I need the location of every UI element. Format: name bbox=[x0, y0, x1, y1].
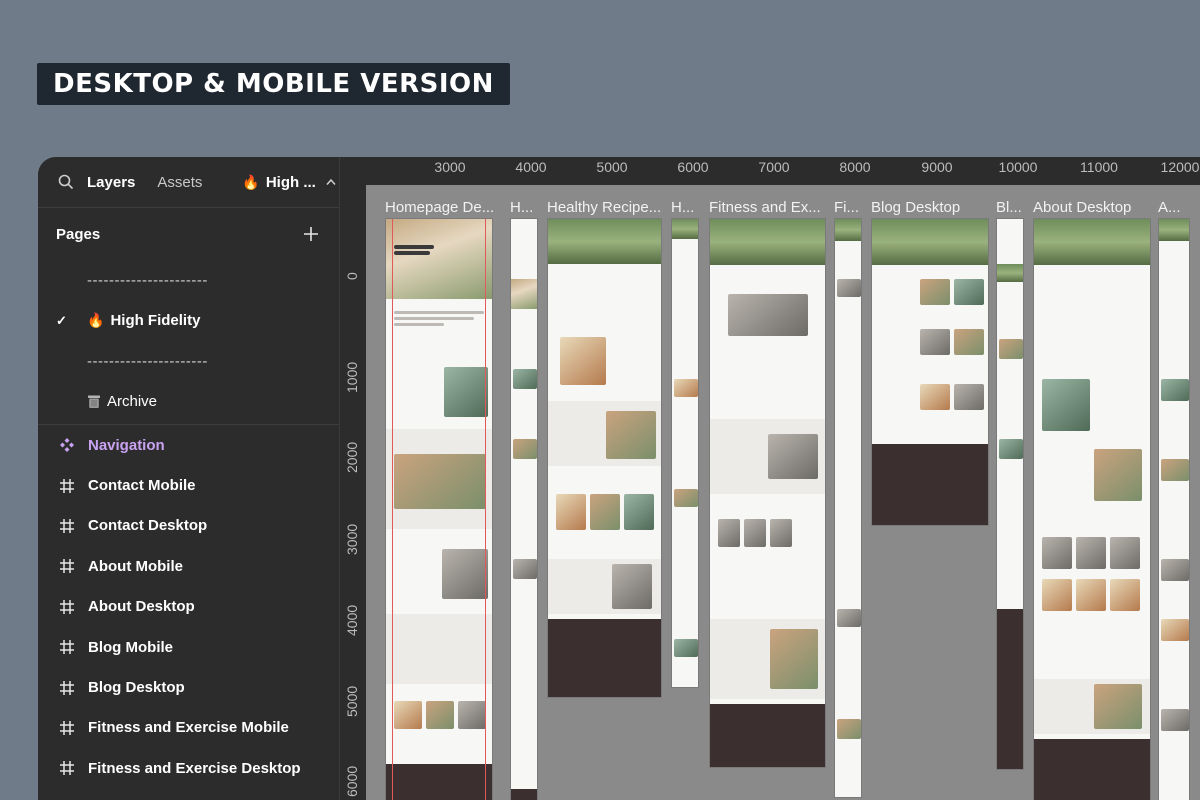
layer-item-about-mobile[interactable]: About Mobile bbox=[38, 546, 339, 586]
page-list: ---------------------- ✓ 🔥 High Fidelity… bbox=[38, 260, 339, 425]
design-app-window: Layers Assets 🔥 High ... Pages ---------… bbox=[38, 157, 1200, 800]
layer-item-label: Blog Desktop bbox=[88, 679, 185, 697]
frame-healthy-recipes-mobile[interactable] bbox=[671, 218, 699, 688]
ruler-tick: 8000 bbox=[839, 159, 871, 175]
layer-item-label: Contact Desktop bbox=[88, 517, 208, 535]
frame-icon bbox=[60, 478, 74, 493]
page-item-high-fidelity[interactable]: ✓ 🔥 High Fidelity bbox=[38, 301, 339, 342]
page-item-label: Archive bbox=[107, 393, 158, 411]
layer-item-label: Blog Mobile bbox=[88, 638, 173, 656]
layers-sidebar: Layers Assets 🔥 High ... Pages ---------… bbox=[38, 157, 340, 800]
tab-layers[interactable]: Layers bbox=[87, 174, 135, 191]
frame-blog-mobile[interactable] bbox=[996, 218, 1024, 770]
design-canvas[interactable]: 3000 4000 5000 6000 7000 8000 9000 10000… bbox=[340, 157, 1200, 800]
frame-fitness-mobile[interactable] bbox=[834, 218, 862, 798]
frame-label-blog-desktop[interactable]: Blog Desktop bbox=[871, 199, 991, 216]
fire-emoji-icon: 🔥 bbox=[242, 173, 260, 190]
page-divider[interactable]: ---------------------- bbox=[38, 260, 339, 301]
trash-icon bbox=[88, 395, 100, 409]
layer-item-label: Navigation bbox=[88, 436, 165, 454]
search-icon[interactable] bbox=[58, 174, 74, 190]
ruler-tick: 3000 bbox=[434, 159, 466, 175]
ruler-tick: 6000 bbox=[677, 159, 709, 175]
pages-header: Pages bbox=[38, 208, 339, 260]
fire-emoji-icon: 🔥 bbox=[87, 312, 105, 329]
frame-label-about-desktop[interactable]: About Desktop bbox=[1033, 199, 1151, 216]
layer-list: Navigation Contact Mobile Contact Deskto… bbox=[38, 425, 339, 789]
layer-item-blog-mobile[interactable]: Blog Mobile bbox=[38, 627, 339, 667]
layer-item-label: Fitness and Exercise Desktop bbox=[88, 759, 301, 777]
layer-item-label: About Desktop bbox=[88, 598, 195, 616]
ruler-tick: 1000 bbox=[344, 361, 360, 393]
page-item-archive[interactable]: Archive bbox=[38, 382, 339, 423]
page-divider-label: ---------------------- bbox=[87, 271, 208, 289]
current-page-select[interactable]: High ... bbox=[266, 174, 316, 191]
frame-icon bbox=[60, 761, 74, 776]
frame-icon bbox=[60, 680, 74, 695]
page-item-label: High Fidelity bbox=[110, 312, 201, 330]
horizontal-ruler: 3000 4000 5000 6000 7000 8000 9000 10000… bbox=[340, 157, 1200, 185]
ruler-tick: 3000 bbox=[344, 523, 360, 555]
frame-homepage-mobile[interactable] bbox=[510, 218, 538, 800]
frame-icon bbox=[60, 518, 74, 533]
tab-assets[interactable]: Assets bbox=[157, 174, 202, 191]
page-divider[interactable]: ---------------------- bbox=[38, 341, 339, 382]
frame-about-desktop[interactable] bbox=[1033, 218, 1151, 800]
page-divider-label: ---------------------- bbox=[87, 352, 208, 370]
frame-label-healthy-recipes-desktop[interactable]: Healthy Recipe... bbox=[547, 199, 662, 216]
frame-label-fitness-mobile[interactable]: Fi... bbox=[834, 199, 860, 216]
ruler-tick: 4000 bbox=[515, 159, 547, 175]
frame-label-homepage-mobile[interactable]: H... bbox=[510, 199, 538, 216]
component-icon bbox=[60, 438, 74, 453]
banner-title: DESKTOP & MOBILE VERSION bbox=[53, 69, 494, 99]
layer-item-navigation[interactable]: Navigation bbox=[38, 425, 339, 465]
layer-item-fitness-mobile[interactable]: Fitness and Exercise Mobile bbox=[38, 708, 339, 748]
ruler-tick: 0 bbox=[344, 272, 360, 280]
frame-icon bbox=[60, 559, 74, 574]
ruler-tick: 9000 bbox=[921, 159, 953, 175]
pages-title: Pages bbox=[56, 225, 101, 243]
layer-item-label: About Mobile bbox=[88, 557, 183, 575]
frame-homepage-desktop[interactable] bbox=[385, 218, 493, 800]
hero-image bbox=[386, 219, 492, 299]
add-page-plus-icon[interactable] bbox=[303, 226, 319, 242]
frame-label-healthy-recipes-mobile[interactable]: H... bbox=[671, 199, 699, 216]
frame-blog-desktop[interactable] bbox=[871, 218, 989, 526]
frame-label-fitness-desktop[interactable]: Fitness and Ex... bbox=[709, 199, 824, 216]
layer-item-label: Fitness and Exercise Mobile bbox=[88, 719, 289, 737]
ruler-tick: 6000 bbox=[344, 765, 360, 797]
promo-banner: DESKTOP & MOBILE VERSION bbox=[37, 63, 510, 105]
frame-icon bbox=[60, 720, 74, 735]
chevron-up-icon[interactable] bbox=[326, 178, 336, 186]
layer-item-contact-mobile[interactable]: Contact Mobile bbox=[38, 465, 339, 505]
frame-fitness-desktop[interactable] bbox=[709, 218, 826, 768]
frame-healthy-recipes-desktop[interactable] bbox=[547, 218, 662, 698]
ruler-tick: 10000 bbox=[998, 159, 1038, 175]
ruler-tick: 5000 bbox=[344, 685, 360, 717]
sidebar-tabs: Layers Assets 🔥 High ... bbox=[38, 157, 339, 208]
vertical-ruler: 0 1000 2000 3000 4000 5000 6000 bbox=[340, 185, 366, 800]
layer-item-fitness-desktop[interactable]: Fitness and Exercise Desktop bbox=[38, 748, 339, 788]
frame-label-homepage-desktop[interactable]: Homepage De... bbox=[385, 199, 493, 216]
frame-icon bbox=[60, 599, 74, 614]
frame-about-mobile[interactable] bbox=[1158, 218, 1190, 800]
ruler-tick: 2000 bbox=[344, 441, 360, 473]
layer-item-label: Contact Mobile bbox=[88, 477, 196, 495]
layer-item-about-desktop[interactable]: About Desktop bbox=[38, 587, 339, 627]
frame-label-about-mobile[interactable]: A... bbox=[1158, 199, 1184, 216]
ruler-tick: 11000 bbox=[1080, 159, 1118, 175]
ruler-tick: 5000 bbox=[596, 159, 628, 175]
frame-icon bbox=[60, 640, 74, 655]
frame-label-blog-mobile[interactable]: Bl... bbox=[996, 199, 1022, 216]
checkmark-icon: ✓ bbox=[56, 312, 67, 328]
ruler-tick: 4000 bbox=[344, 604, 360, 636]
ruler-tick: 12000 bbox=[1160, 159, 1200, 175]
ruler-tick: 7000 bbox=[758, 159, 790, 175]
layer-item-blog-desktop[interactable]: Blog Desktop bbox=[38, 667, 339, 707]
layer-item-contact-desktop[interactable]: Contact Desktop bbox=[38, 506, 339, 546]
